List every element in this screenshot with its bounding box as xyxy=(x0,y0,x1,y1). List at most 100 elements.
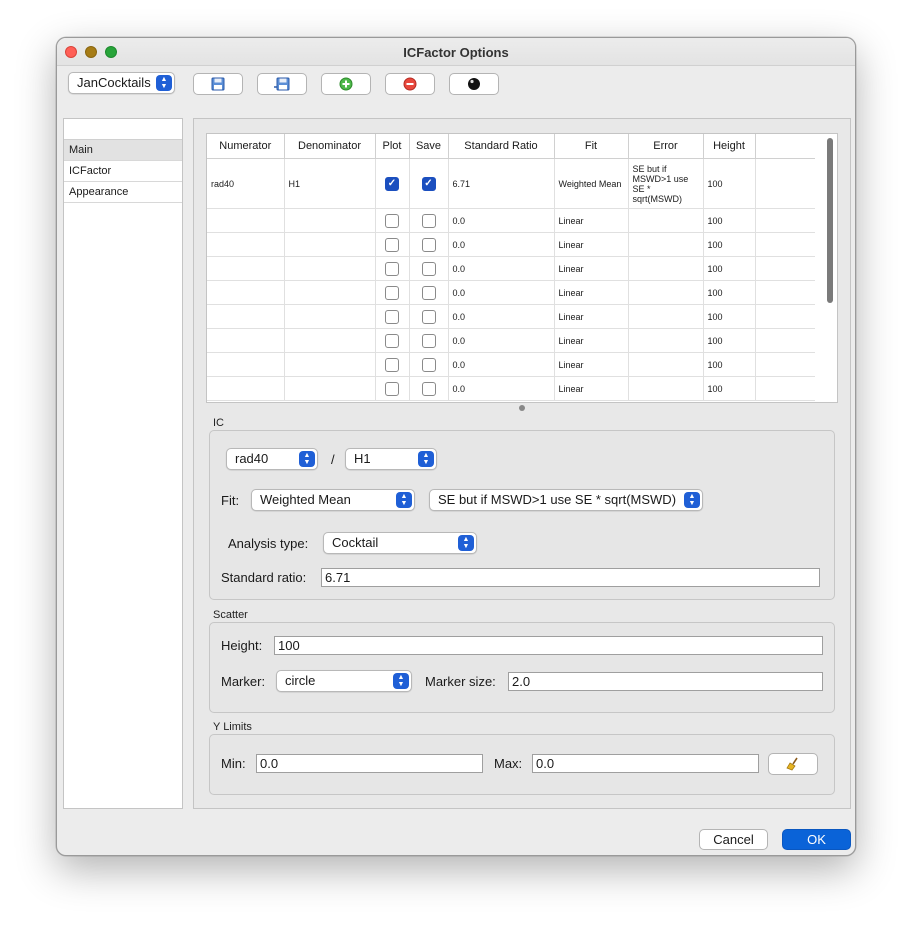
column-header-numerator[interactable]: Numerator xyxy=(207,134,285,159)
cell-numerator[interactable]: rad40 xyxy=(207,158,285,209)
cell-denominator[interactable] xyxy=(284,376,376,401)
save-as-button[interactable] xyxy=(257,73,307,95)
split-pane-handle[interactable] xyxy=(519,405,525,411)
cell-height[interactable]: 100 xyxy=(703,352,756,377)
cell-denominator[interactable] xyxy=(284,352,376,377)
cell-fit[interactable]: Linear xyxy=(554,328,629,353)
save-checkbox[interactable]: ✓ xyxy=(421,176,436,191)
cell-error[interactable] xyxy=(628,328,704,353)
save-button[interactable] xyxy=(193,73,243,95)
denominator-select[interactable]: H1 ▲ ▼ xyxy=(345,448,437,470)
cell-save[interactable] xyxy=(409,328,449,353)
save-checkbox[interactable] xyxy=(421,261,436,276)
cell-plot[interactable] xyxy=(375,352,410,377)
cell-error[interactable] xyxy=(628,256,704,281)
plot-checkbox[interactable] xyxy=(385,309,399,324)
cell-standard-ratio[interactable]: 0.0 xyxy=(448,280,555,305)
clear-limits-button[interactable] xyxy=(768,753,818,775)
error-select[interactable]: SE but if MSWD>1 use SE * sqrt(MSWD) ▲ ▼ xyxy=(429,489,703,511)
cell-denominator[interactable] xyxy=(284,280,376,305)
plot-checkbox[interactable] xyxy=(385,333,399,348)
table-row[interactable]: 0.0 Linear 100 xyxy=(207,328,815,353)
cell-height[interactable]: 100 xyxy=(703,376,756,401)
column-header-save[interactable]: Save xyxy=(409,134,449,159)
table-row[interactable]: 0.0 Linear 100 xyxy=(207,232,815,257)
column-header-error[interactable]: Error xyxy=(628,134,704,159)
cell-standard-ratio[interactable]: 0.0 xyxy=(448,328,555,353)
cell-save[interactable] xyxy=(409,256,449,281)
cell-standard-ratio[interactable]: 0.0 xyxy=(448,304,555,329)
column-header-standard-ratio[interactable]: Standard Ratio xyxy=(448,134,555,159)
min-input[interactable]: 0.0 xyxy=(256,754,483,773)
column-header-height[interactable]: Height xyxy=(703,134,756,159)
cell-fit[interactable]: Linear xyxy=(554,280,629,305)
cell-plot[interactable]: ✓ xyxy=(375,158,410,209)
numerator-select[interactable]: rad40 ▲ ▼ xyxy=(226,448,318,470)
table-row[interactable]: rad40 H1 ✓ ✓ 6.71 Weighted Mean SE but if MSWD… xyxy=(207,158,815,209)
cell-save[interactable] xyxy=(409,304,449,329)
plot-checkbox[interactable] xyxy=(385,237,399,252)
sidebar-item-appearance[interactable]: Appearance xyxy=(64,182,182,203)
cell-error[interactable] xyxy=(628,232,704,257)
cell-error[interactable] xyxy=(628,304,704,329)
cell-numerator[interactable] xyxy=(207,256,285,281)
cell-plot[interactable] xyxy=(375,328,410,353)
cell-save[interactable]: ✓ xyxy=(409,158,449,209)
cell-error[interactable]: SE but if MSWD>1 use SE * sqrt(MSWD) xyxy=(628,158,704,209)
ok-button[interactable]: OK xyxy=(782,829,851,850)
table-row[interactable]: 0.0 Linear 100 xyxy=(207,376,815,401)
cell-save[interactable] xyxy=(409,352,449,377)
add-button[interactable] xyxy=(321,73,371,95)
column-header-denominator[interactable]: Denominator xyxy=(284,134,376,159)
column-header-fit[interactable]: Fit xyxy=(554,134,629,159)
save-checkbox[interactable] xyxy=(421,309,436,324)
cancel-button[interactable]: Cancel xyxy=(699,829,768,850)
table-row[interactable]: 0.0 Linear 100 xyxy=(207,208,815,233)
save-checkbox[interactable] xyxy=(421,381,436,396)
table-row[interactable]: 0.0 Linear 100 xyxy=(207,256,815,281)
plot-checkbox[interactable] xyxy=(385,261,399,276)
cell-height[interactable]: 100 xyxy=(703,158,756,209)
remove-button[interactable] xyxy=(385,73,435,95)
column-header-plot[interactable]: Plot xyxy=(375,134,410,159)
cell-numerator[interactable] xyxy=(207,328,285,353)
cell-fit[interactable]: Weighted Mean xyxy=(554,158,629,209)
cell-plot[interactable] xyxy=(375,376,410,401)
cell-save[interactable] xyxy=(409,208,449,233)
save-checkbox[interactable] xyxy=(421,237,436,252)
cell-standard-ratio[interactable]: 0.0 xyxy=(448,376,555,401)
cell-error[interactable] xyxy=(628,352,704,377)
save-checkbox[interactable] xyxy=(421,285,436,300)
cell-height[interactable]: 100 xyxy=(703,328,756,353)
cell-denominator[interactable]: H1 xyxy=(284,158,376,209)
cell-fit[interactable]: Linear xyxy=(554,352,629,377)
cell-height[interactable]: 100 xyxy=(703,304,756,329)
cell-error[interactable] xyxy=(628,208,704,233)
cell-numerator[interactable] xyxy=(207,304,285,329)
cell-save[interactable] xyxy=(409,280,449,305)
cell-standard-ratio[interactable]: 6.71 xyxy=(448,158,555,209)
plot-checkbox[interactable]: ✓ xyxy=(385,176,399,191)
cell-denominator[interactable] xyxy=(284,304,376,329)
profile-select[interactable]: JanCocktails ▲ ▼ xyxy=(68,72,175,94)
standard-ratio-input[interactable]: 6.71 xyxy=(321,568,820,587)
title-bar[interactable]: ICFactor Options xyxy=(57,38,855,66)
save-checkbox[interactable] xyxy=(421,333,436,348)
marker-size-input[interactable]: 2.0 xyxy=(508,672,823,691)
cell-numerator[interactable] xyxy=(207,232,285,257)
cell-plot[interactable] xyxy=(375,232,410,257)
cell-plot[interactable] xyxy=(375,208,410,233)
cell-numerator[interactable] xyxy=(207,352,285,377)
cell-height[interactable]: 100 xyxy=(703,208,756,233)
sidebar-item-icfactor[interactable]: ICFactor xyxy=(64,161,182,182)
cell-fit[interactable]: Linear xyxy=(554,232,629,257)
table-scrollbar-thumb[interactable] xyxy=(827,138,833,303)
cell-standard-ratio[interactable]: 0.0 xyxy=(448,232,555,257)
sidebar-item-main[interactable]: Main xyxy=(64,140,182,161)
plot-checkbox[interactable] xyxy=(385,213,399,228)
cell-save[interactable] xyxy=(409,232,449,257)
fit-select[interactable]: Weighted Mean ▲ ▼ xyxy=(251,489,415,511)
cell-numerator[interactable] xyxy=(207,208,285,233)
cell-denominator[interactable] xyxy=(284,256,376,281)
cell-plot[interactable] xyxy=(375,304,410,329)
